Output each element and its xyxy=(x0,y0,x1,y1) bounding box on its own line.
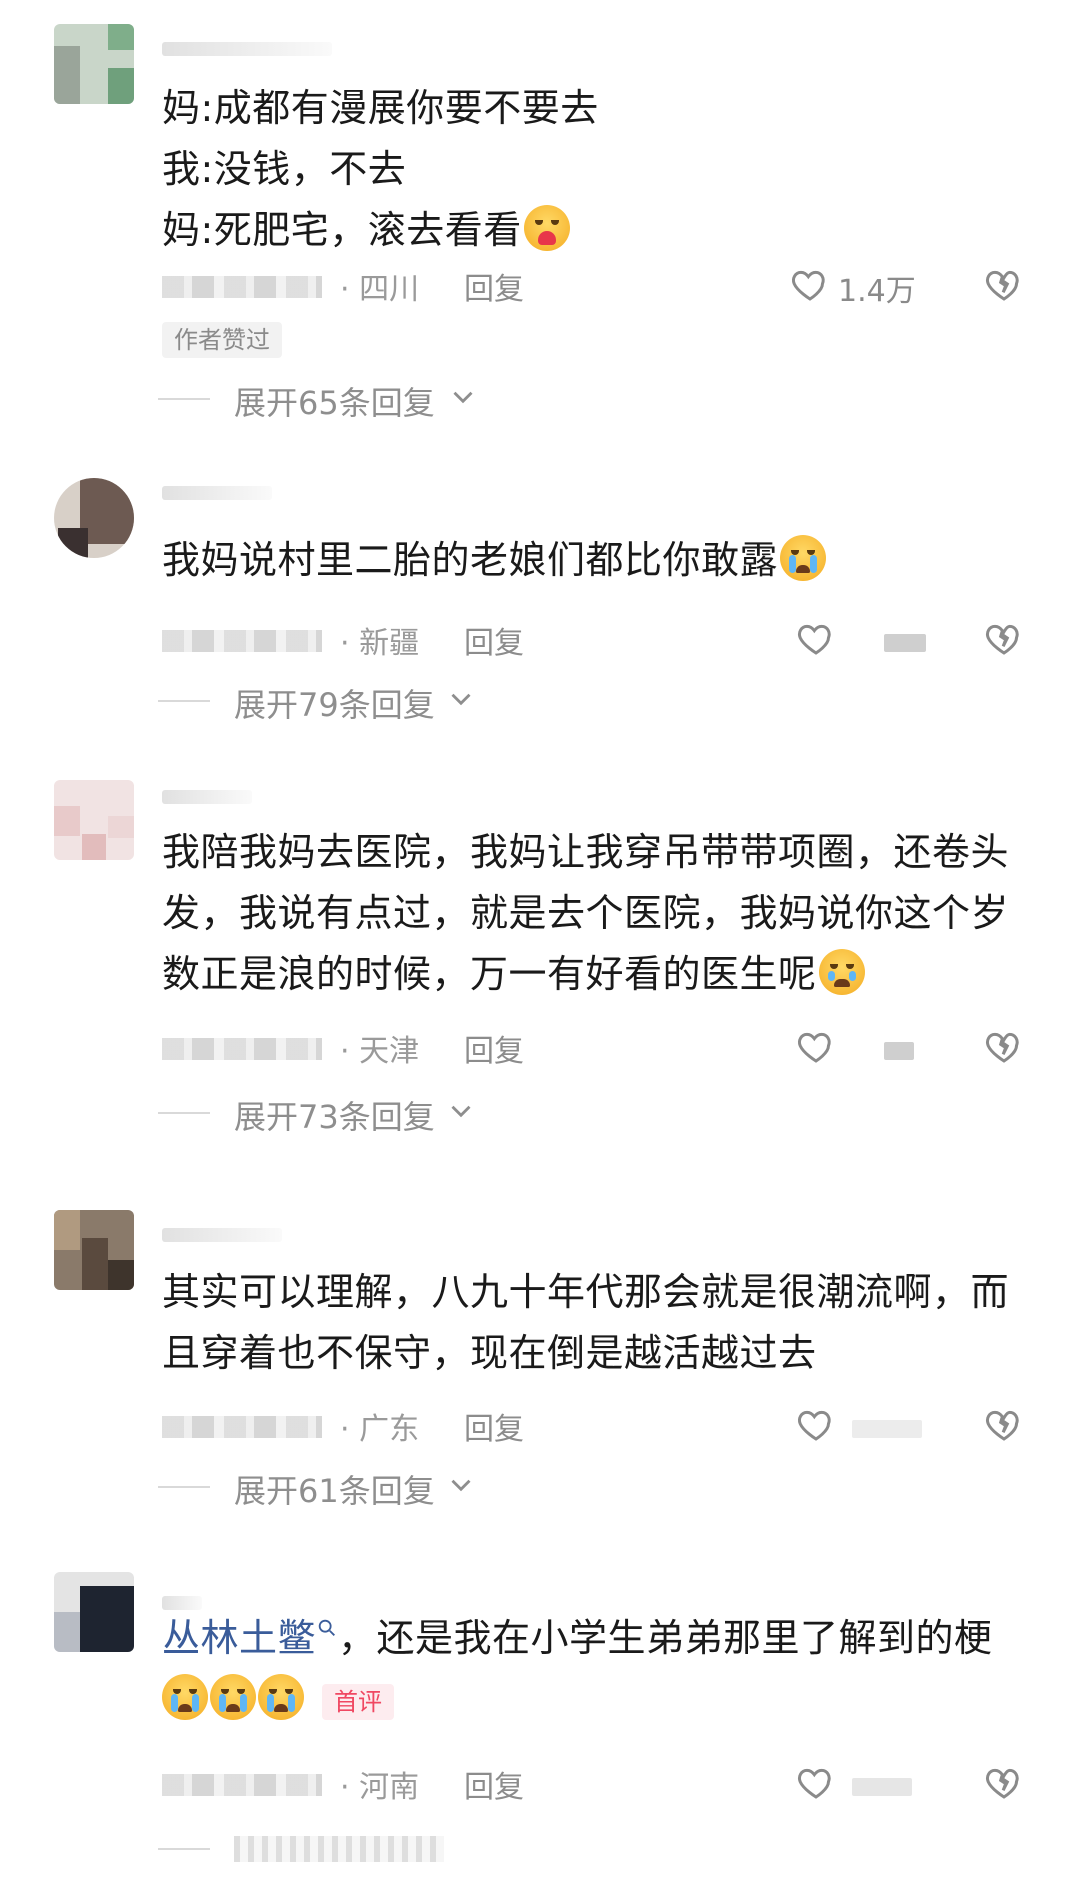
broken-heart-icon[interactable] xyxy=(984,1404,1024,1444)
heart-outline-icon[interactable] xyxy=(796,618,836,658)
comment-meta: · 河南 回复 xyxy=(162,1760,1042,1806)
crying-face-emoji xyxy=(210,1674,256,1720)
reply-button[interactable]: 回复 xyxy=(464,1404,524,1448)
divider xyxy=(158,1848,210,1850)
like-count xyxy=(884,1042,914,1060)
timestamp xyxy=(162,1038,322,1060)
author-liked-badge: 作者赞过 xyxy=(162,322,282,358)
location: · 四川 xyxy=(340,272,420,307)
divider xyxy=(158,1486,210,1488)
username[interactable] xyxy=(162,790,252,804)
heart-outline-icon[interactable] xyxy=(796,1404,836,1444)
reply-button[interactable]: 回复 xyxy=(464,1762,524,1806)
reply-button[interactable]: 回复 xyxy=(464,618,524,662)
location: · 天津 xyxy=(340,1034,420,1069)
like-count xyxy=(852,1420,922,1438)
username[interactable] xyxy=(162,486,272,500)
broken-heart-icon[interactable] xyxy=(984,264,1024,304)
broken-heart-icon[interactable] xyxy=(984,1762,1024,1802)
crying-face-emoji xyxy=(258,1674,304,1720)
divider xyxy=(158,1112,210,1114)
reply-button[interactable]: 回复 xyxy=(464,1026,524,1070)
username[interactable] xyxy=(162,1228,282,1242)
reply-button[interactable]: 回复 xyxy=(464,264,524,308)
search-icon xyxy=(318,1619,335,1636)
heart-outline-icon[interactable] xyxy=(796,1762,836,1802)
comment-meta: · 广东 回复 xyxy=(162,1402,1042,1448)
timestamp xyxy=(162,276,322,298)
chevron-down-icon xyxy=(451,1105,471,1118)
username[interactable] xyxy=(162,42,332,56)
avatar[interactable] xyxy=(54,24,134,104)
avatar[interactable] xyxy=(54,1572,134,1652)
heart-outline-icon[interactable] xyxy=(790,264,830,304)
like-count xyxy=(884,634,926,652)
comment-text: 丛林土鳖 ，还是我在小学生弟弟那里了解到的梗 xyxy=(162,1608,1042,1730)
comment-meta: · 四川 回复 1.4万 xyxy=(162,262,1042,309)
mention-link[interactable]: 丛林土鳖 xyxy=(162,1616,316,1660)
crying-face-emoji xyxy=(162,1674,208,1720)
comment-text: 其实可以理解，八九十年代那会就是很潮流啊，而 且穿着也不保守，现在倒是越活越过去 xyxy=(162,1270,1010,1375)
avatar[interactable] xyxy=(54,780,134,860)
timestamp xyxy=(162,1416,322,1438)
timestamp xyxy=(162,630,322,652)
timestamp xyxy=(162,1774,322,1796)
avatar[interactable] xyxy=(54,1210,134,1290)
comment-meta: · 新疆 回复 xyxy=(162,616,1042,662)
divider xyxy=(158,398,210,400)
holding-tears-emoji xyxy=(818,949,865,995)
location: · 河南 xyxy=(340,1770,420,1805)
like-count xyxy=(852,1778,912,1796)
broken-heart-icon[interactable] xyxy=(984,1026,1024,1066)
first-comment-badge: 首评 xyxy=(322,1684,394,1720)
comment-text: 我陪我妈去医院，我妈让我穿吊带带项圈，还卷头 发，我说有点过，就是去个医院，我妈… xyxy=(162,830,1010,996)
location: · 新疆 xyxy=(340,626,420,661)
chevron-down-icon xyxy=(451,693,471,706)
crying-face-emoji xyxy=(780,535,827,581)
comment-text: 我妈说村里二胎的老娘们都比你敢露 xyxy=(162,530,1042,591)
expand-replies-blurred xyxy=(234,1836,444,1862)
chevron-down-icon xyxy=(451,1479,471,1492)
heart-face-emoji xyxy=(523,205,570,251)
comment-meta: · 天津 回复 xyxy=(162,1024,1042,1070)
heart-outline-icon[interactable] xyxy=(796,1026,836,1066)
chevron-down-icon xyxy=(453,391,473,404)
divider xyxy=(158,700,210,702)
avatar[interactable] xyxy=(54,478,134,558)
like-count: 1.4万 xyxy=(838,274,916,309)
broken-heart-icon[interactable] xyxy=(984,618,1024,658)
comment-text: 妈:成都有漫展你要不要去 我:没钱，不去 妈:死肥宅，滚去看看 xyxy=(162,86,599,252)
location: · 广东 xyxy=(340,1412,420,1447)
